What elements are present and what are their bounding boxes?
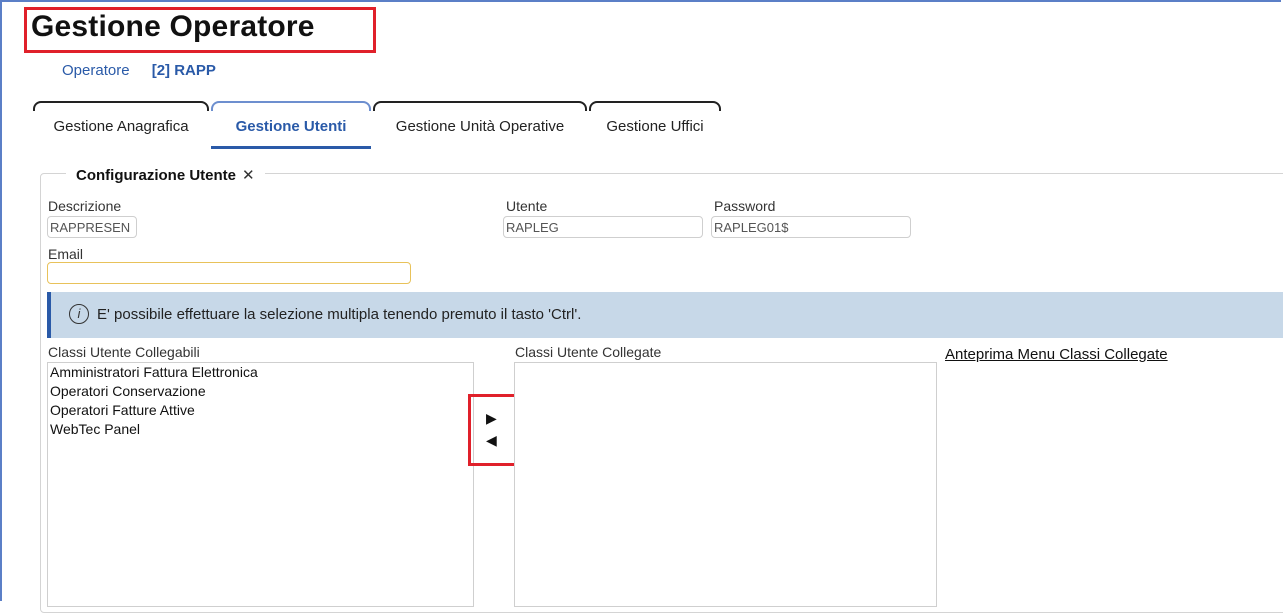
tab-gestione-utenti[interactable]: Gestione Utenti — [211, 101, 371, 149]
tab-gestione-uffici[interactable]: Gestione Uffici — [589, 101, 721, 149]
list-item[interactable]: WebTec Panel — [48, 420, 473, 439]
classi-collegabili-label: Classi Utente Collegabili — [48, 344, 200, 360]
info-banner: i E' possibile effettuare la selezione m… — [47, 292, 1283, 338]
email-label: Email — [48, 246, 84, 262]
breadcrumb: Operatore [2] RAPP — [62, 62, 216, 79]
descrizione-label: Descrizione — [48, 198, 122, 214]
classi-collegate-label: Classi Utente Collegate — [515, 344, 662, 360]
list-item[interactable]: Operatori Fatture Attive — [48, 401, 473, 420]
anteprima-menu-link[interactable]: Anteprima Menu Classi Collegate — [945, 346, 1168, 363]
email-field[interactable] — [47, 262, 411, 284]
info-icon: i — [69, 304, 89, 324]
list-item[interactable]: Amministratori Fattura Elettronica — [48, 363, 473, 382]
breadcrumb-link-operatore[interactable]: Operatore — [62, 62, 130, 79]
password-label: Password — [714, 198, 776, 214]
move-left-button[interactable]: ◀ — [486, 432, 497, 449]
list-item[interactable]: Operatori Conservazione — [48, 382, 473, 401]
descrizione-field[interactable]: RAPPRESEN — [47, 216, 137, 238]
utente-field[interactable]: RAPLEG — [503, 216, 703, 238]
classi-collegate-listbox[interactable] — [514, 362, 937, 607]
tab-gestione-unita-operative[interactable]: Gestione Unità Operative — [373, 101, 587, 149]
close-icon[interactable]: ✕ — [242, 167, 255, 184]
info-text: E' possibile effettuare la selezione mul… — [97, 306, 582, 323]
utente-label: Utente — [506, 198, 548, 214]
password-field[interactable]: RAPLEG01$ — [711, 216, 911, 238]
fieldset-legend: Configurazione Utente ✕ — [66, 166, 265, 184]
breadcrumb-current: [2] RAPP — [151, 62, 216, 79]
tab-gestione-anagrafica[interactable]: Gestione Anagrafica — [33, 101, 209, 149]
classi-collegabili-listbox[interactable]: Amministratori Fattura Elettronica Opera… — [47, 362, 474, 607]
move-right-button[interactable]: ▶ — [486, 410, 497, 427]
page-title: Gestione Operatore — [31, 10, 315, 43]
